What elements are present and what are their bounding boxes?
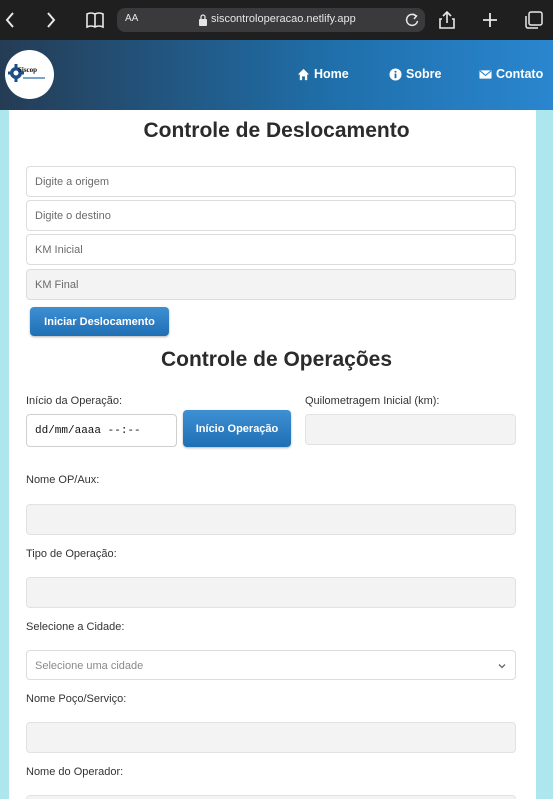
origem-input[interactable] <box>27 167 515 196</box>
home-icon <box>297 68 310 80</box>
site-header: Siscop Home Sobre Contato <box>0 40 553 110</box>
nav-sobre[interactable]: Sobre <box>389 67 441 81</box>
nav-home-label: Home <box>314 67 349 81</box>
new-tab-icon[interactable] <box>479 9 501 31</box>
iniciar-deslocamento-button[interactable]: Iniciar Deslocamento <box>30 307 169 336</box>
poco-servico-input[interactable] <box>26 722 516 753</box>
envelope-icon <box>479 69 492 79</box>
url-text: siscontroloperacao.netlify.app <box>211 13 356 25</box>
address-bar[interactable]: AA siscontroloperacao.netlify.app <box>117 8 425 32</box>
nome-op-label: Nome OP/Aux: <box>26 474 100 486</box>
origem-field[interactable] <box>26 166 516 197</box>
inicio-datetime-input[interactable]: dd/mm/aaaa --:-- <box>26 414 177 447</box>
logo-text: Siscop <box>18 66 38 74</box>
deslocamento-title: Controle de Deslocamento <box>143 119 410 142</box>
back-icon[interactable] <box>0 9 22 31</box>
nav-contato-label: Contato <box>496 67 544 81</box>
cidade-select[interactable]: Selecione uma cidade <box>26 650 516 680</box>
info-icon <box>389 67 402 81</box>
km-final-input[interactable] <box>27 270 515 299</box>
cidade-select-value: Selecione uma cidade <box>35 660 144 672</box>
forward-icon[interactable] <box>40 9 62 31</box>
inicio-operacao-label: Início da Operação: <box>26 395 123 407</box>
nav-contato[interactable]: Contato <box>479 67 543 81</box>
inicio-operacao-button[interactable]: Início Operação <box>183 410 291 447</box>
km-final-field[interactable] <box>26 269 516 300</box>
nav-home[interactable]: Home <box>297 67 349 81</box>
bookmarks-icon[interactable] <box>84 9 106 31</box>
logo[interactable]: Siscop <box>5 50 54 99</box>
tabs-icon[interactable] <box>523 9 545 31</box>
operacoes-title: Controle de Operações <box>160 348 393 371</box>
km-inicial-field[interactable] <box>26 234 516 265</box>
logo-underline <box>23 77 45 79</box>
reader-options[interactable]: AA <box>125 13 138 24</box>
chevron-down-icon <box>498 664 506 669</box>
lock-icon <box>199 14 207 26</box>
destino-input[interactable] <box>27 201 515 230</box>
km-inicial-input[interactable] <box>27 235 515 264</box>
nome-op-input[interactable] <box>26 504 516 535</box>
destino-field[interactable] <box>26 200 516 231</box>
quilometragem-label: Quilometragem Inicial (km): <box>305 395 440 407</box>
quilometragem-inicial-input[interactable] <box>305 414 516 445</box>
nav-sobre-label: Sobre <box>406 67 442 81</box>
cidade-label: Selecione a Cidade: <box>26 621 125 633</box>
operador-label: Nome do Operador: <box>26 766 124 778</box>
reload-icon[interactable] <box>404 12 420 28</box>
poco-servico-label: Nome Poço/Serviço: <box>26 693 127 705</box>
operador-input[interactable] <box>26 795 516 799</box>
share-icon[interactable] <box>436 9 458 31</box>
tipo-operacao-input[interactable] <box>26 577 516 608</box>
tipo-operacao-label: Tipo de Operação: <box>26 548 117 560</box>
browser-toolbar: AA siscontroloperacao.netlify.app <box>0 0 553 40</box>
